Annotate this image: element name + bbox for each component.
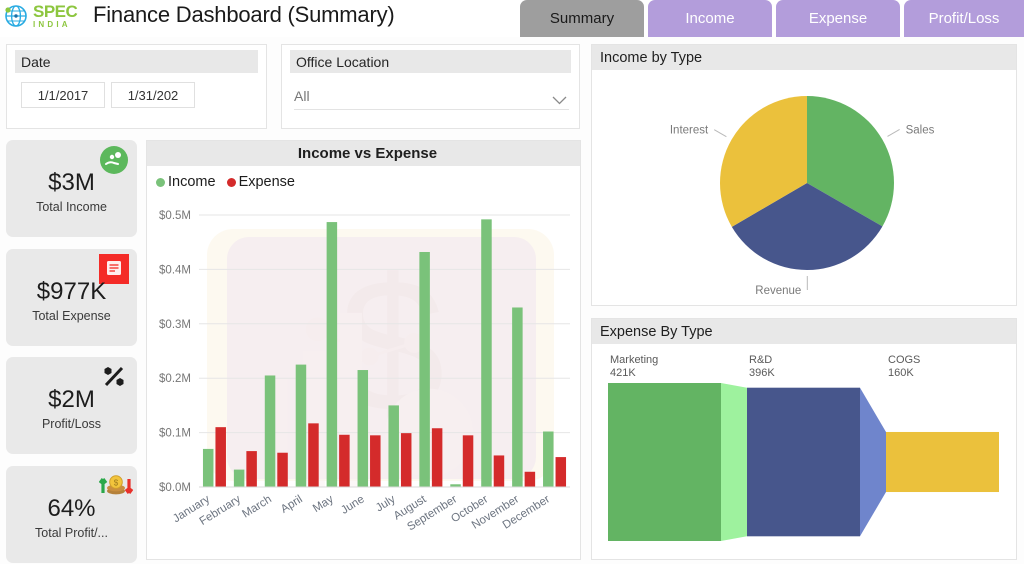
svg-text:Revenue: Revenue [755,285,801,297]
logo-india-text: INDIA [33,21,77,29]
svg-text:421K: 421K [610,367,636,379]
svg-text:April: April [279,493,305,515]
income-vs-expense-panel: Income vs Expense Income Expense $$0.0M$… [146,140,581,560]
income-by-type-panel: Income by Type Sales Revenue Interest [591,44,1017,306]
bar-chart-legend: Income Expense [156,174,580,190]
svg-text:$0.2M: $0.2M [159,373,191,385]
date-range-inputs: 1/1/2017 1/31/202 [21,82,266,108]
dashboard-root: SPEC INDIA Finance Dashboard (Summary) S… [0,0,1024,564]
logo-spec-text: SPEC [33,2,77,21]
svg-text:$0.4M: $0.4M [159,264,191,276]
kpi-card-profit-loss[interactable]: $2M Profit/Loss [6,357,137,454]
globe-icon [4,3,28,29]
office-location-select[interactable]: All [294,83,569,110]
kpi-label: Total Income [6,200,137,214]
legend-swatch-income [156,178,165,187]
svg-text:Sales: Sales [906,124,935,136]
kpi-value: 64% [6,495,137,523]
svg-text:COGS: COGS [888,354,920,366]
svg-text:R&D: R&D [749,354,772,366]
kpi-card-total-expense[interactable]: $977K Total Expense [6,249,137,346]
kpi-value: $2M [6,386,137,414]
nav-tabs: Summary Income Expense Profit/Loss [520,0,1024,37]
page-title: Finance Dashboard (Summary) [93,2,395,28]
kpi-label: Total Profit/... [6,526,137,540]
svg-text:May: May [311,493,336,515]
kpi-label: Total Expense [6,309,137,323]
date-filter-title: Date [15,50,258,73]
tab-expense[interactable]: Expense [776,0,900,37]
bar-chart-plot[interactable]: $$0.0M$0.1M$0.2M$0.3M$0.4M$0.5MJanuaryFe… [147,207,582,559]
income-vs-expense-title: Income vs Expense [147,141,580,166]
expense-by-type-panel: Expense By Type Marketing421K R&D396K COGS… [591,318,1017,560]
kpi-card-total-profit-percent[interactable]: $ 64% Total Profit/... [6,466,137,563]
chevron-down-icon [552,92,567,101]
svg-text:Marketing: Marketing [610,354,658,366]
date-to-input[interactable]: 1/31/202 [111,82,195,108]
brand-logo: SPEC INDIA [4,3,77,29]
legend-swatch-expense [227,178,236,187]
pie-chart-plot[interactable]: Sales Revenue Interest [592,71,1016,305]
svg-text:June: June [339,493,367,516]
tab-summary[interactable]: Summary [520,0,644,37]
app-header: SPEC INDIA Finance Dashboard (Summary) S… [0,0,1024,37]
date-filter-card: Date 1/1/2017 1/31/202 [6,44,267,129]
legend-item-income[interactable]: Income [156,174,216,190]
svg-text:$0.0M: $0.0M [159,482,191,494]
svg-text:396K: 396K [749,367,775,379]
svg-text:$0.1M: $0.1M [159,428,191,440]
legend-item-expense[interactable]: Expense [227,174,295,190]
kpi-value: $977K [6,278,137,306]
office-location-filter-card: Office Location All [281,44,580,129]
tab-profit-loss[interactable]: Profit/Loss [904,0,1024,37]
office-filter-title: Office Location [290,50,571,73]
svg-text:$0.5M: $0.5M [159,210,191,222]
legend-label-income: Income [168,174,216,190]
svg-text:160K: 160K [888,367,914,379]
funnel-chart-plot[interactable]: Marketing421K R&D396K COGS160K [592,345,1016,559]
svg-text:$0.3M: $0.3M [159,319,191,331]
tab-income[interactable]: Income [648,0,772,37]
spec-india-wordmark: SPEC INDIA [33,3,77,29]
income-by-type-title: Income by Type [592,45,1016,70]
expense-by-type-title: Expense By Type [592,319,1016,344]
kpi-value: $3M [6,169,137,197]
svg-text:Interest: Interest [670,125,709,137]
office-location-value: All [294,88,310,104]
legend-label-expense: Expense [239,174,295,190]
svg-text:$: $ [114,478,119,487]
date-from-input[interactable]: 1/1/2017 [21,82,105,108]
kpi-label: Profit/Loss [6,417,137,431]
svg-text:March: March [240,493,273,520]
kpi-card-total-income[interactable]: $3M Total Income [6,140,137,237]
